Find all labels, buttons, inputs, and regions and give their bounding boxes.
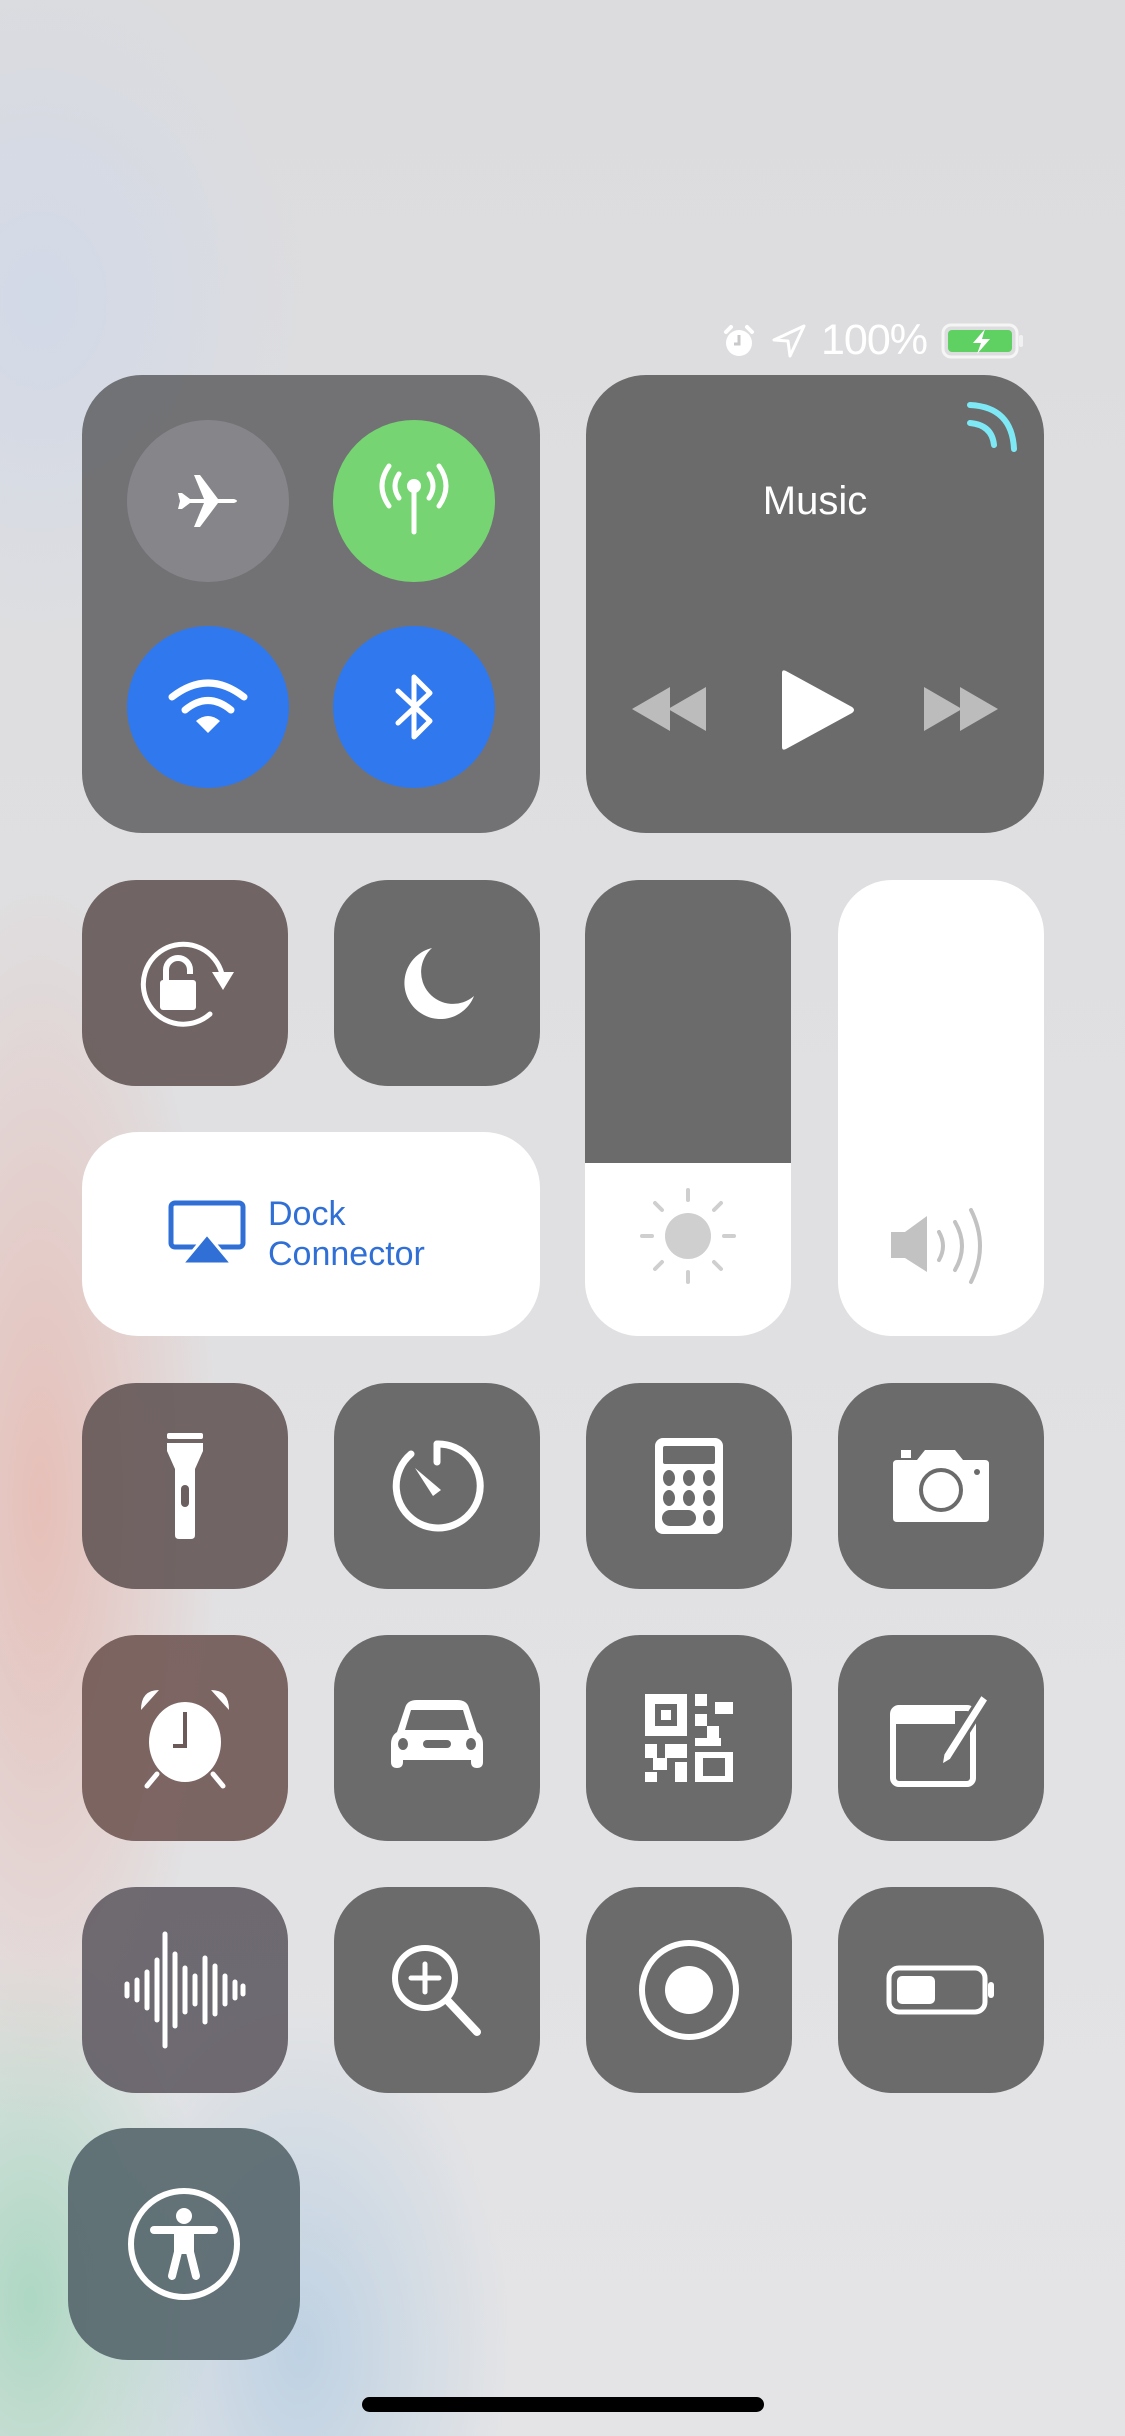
low-power-mode-button[interactable] [838, 1887, 1044, 2093]
notes-button[interactable] [838, 1635, 1044, 1841]
moon-icon [404, 948, 474, 1019]
accessibility-icon [128, 2188, 240, 2300]
previous-track-icon[interactable] [632, 685, 708, 733]
voice-memos-button[interactable] [82, 1887, 288, 2093]
airplay-audio-icon[interactable] [964, 397, 1024, 457]
airplane-icon [178, 475, 237, 527]
cellular-data-toggle[interactable] [333, 420, 495, 582]
qr-code-scanner-button[interactable] [586, 1635, 792, 1841]
airplane-mode-toggle[interactable] [127, 420, 289, 582]
orientation-lock-toggle[interactable] [82, 880, 288, 1086]
wifi-icon [168, 679, 248, 733]
camera-icon [893, 1450, 989, 1522]
battery-percentage: 100% [821, 316, 928, 364]
now-playing-module[interactable]: Music [586, 375, 1044, 833]
alarm-icon [724, 324, 755, 356]
screen-mirroring-label: Dock Connector [268, 1195, 425, 1273]
bluetooth-toggle[interactable] [333, 626, 495, 788]
wifi-toggle[interactable] [127, 626, 289, 788]
accessibility-shortcut-button[interactable] [68, 2128, 300, 2360]
magnifier-button[interactable] [334, 1887, 540, 2093]
screen-mirroring-button[interactable]: Dock Connector [82, 1132, 540, 1336]
home-indicator[interactable] [362, 2397, 764, 2412]
play-icon[interactable] [780, 669, 856, 751]
status-bar: 100% [721, 316, 1025, 365]
music-title: Music [762, 479, 868, 523]
timer-button[interactable] [334, 1383, 540, 1589]
camera-button[interactable] [838, 1383, 1044, 1589]
do-not-disturb-toggle[interactable] [334, 880, 540, 1086]
speaker-icon [891, 1208, 982, 1284]
calculator-button[interactable] [586, 1383, 792, 1589]
alarm-button[interactable] [82, 1635, 288, 1841]
sun-icon [640, 1188, 736, 1284]
battery-charging-icon [941, 323, 1023, 358]
car-icon [391, 1700, 483, 1768]
apple-tv-remote-button[interactable] [334, 1635, 540, 1841]
brightness-slider-track [585, 880, 791, 1163]
battery-low-icon [886, 1965, 994, 2015]
location-arrow-icon [772, 324, 806, 357]
screen-recording-button[interactable] [586, 1887, 792, 2093]
qr-code-icon [645, 1694, 733, 1782]
flashlight-button[interactable] [82, 1383, 288, 1589]
next-track-icon[interactable] [922, 685, 998, 733]
brightness-slider[interactable] [585, 880, 791, 1336]
timer-icon [392, 1440, 484, 1532]
calculator-icon [655, 1438, 723, 1534]
record-icon [639, 1940, 739, 2040]
volume-slider[interactable] [838, 880, 1044, 1336]
notes-icon [890, 1691, 992, 1787]
magnifier-icon [392, 1945, 481, 2036]
flashlight-icon [167, 1433, 203, 1539]
bluetooth-icon [395, 674, 433, 740]
alarm-clock-icon [141, 1690, 229, 1789]
airplay-video-icon [168, 1200, 246, 1266]
waveform-icon [124, 1931, 246, 2049]
rotation-lock-icon [140, 941, 234, 1027]
antenna-icon [379, 463, 449, 535]
connectivity-module [82, 375, 540, 833]
